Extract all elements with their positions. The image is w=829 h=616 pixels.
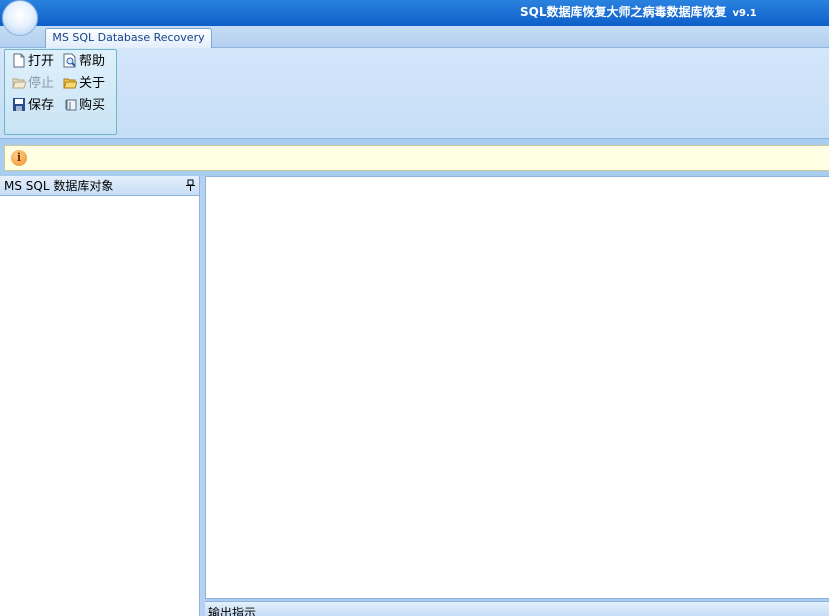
output-panel-header: 输出指示 [205, 601, 829, 616]
save-button[interactable]: 保存 [12, 96, 54, 116]
document-icon [13, 53, 25, 68]
title-bar: SQL数据库恢复大师之病毒数据库恢复 v9.1 [0, 0, 829, 26]
database-objects-panel: MS SQL 数据库对象 [0, 176, 200, 616]
info-bar: i [4, 145, 829, 171]
mail-attachment-icon [65, 99, 77, 111]
buy-button[interactable]: 购买 [63, 96, 105, 116]
ribbon-panel [0, 47, 829, 139]
main-content-area [205, 176, 829, 599]
magnifier-document-icon [63, 53, 76, 68]
folder-open-icon [12, 78, 26, 89]
save-button-label: 保存 [28, 98, 55, 113]
open-button-label: 打开 [28, 54, 55, 69]
database-objects-panel-title: MS SQL 数据库对象 [4, 179, 114, 193]
window-title-text: SQL数据库恢复大师之病毒数据库恢复 [520, 5, 727, 19]
application-menu-button[interactable] [2, 0, 38, 36]
info-icon: i [11, 150, 27, 166]
database-objects-panel-header: MS SQL 数据库对象 [0, 176, 199, 196]
stop-button[interactable]: 停止 [12, 74, 54, 94]
output-panel-title: 输出指示 [208, 606, 257, 616]
about-button-label: 关于 [79, 76, 106, 91]
pin-icon[interactable] [186, 178, 195, 198]
open-button[interactable]: 打开 [12, 52, 54, 72]
ribbon-group: 打开 帮助 停止 关于 保存 购买 [4, 49, 117, 135]
window-title: SQL数据库恢复大师之病毒数据库恢复 v9.1 [520, 3, 757, 20]
buy-button-label: 购买 [79, 98, 106, 113]
help-button-label: 帮助 [79, 54, 106, 69]
folder-icon [63, 78, 77, 89]
stop-button-label: 停止 [28, 76, 55, 91]
help-button[interactable]: 帮助 [63, 52, 105, 72]
version-label: v9.1 [732, 8, 757, 19]
floppy-disk-icon [13, 98, 25, 111]
tab-ms-sql-database-recovery[interactable]: MS SQL Database Recovery [45, 28, 212, 48]
about-button[interactable]: 关于 [63, 74, 105, 94]
